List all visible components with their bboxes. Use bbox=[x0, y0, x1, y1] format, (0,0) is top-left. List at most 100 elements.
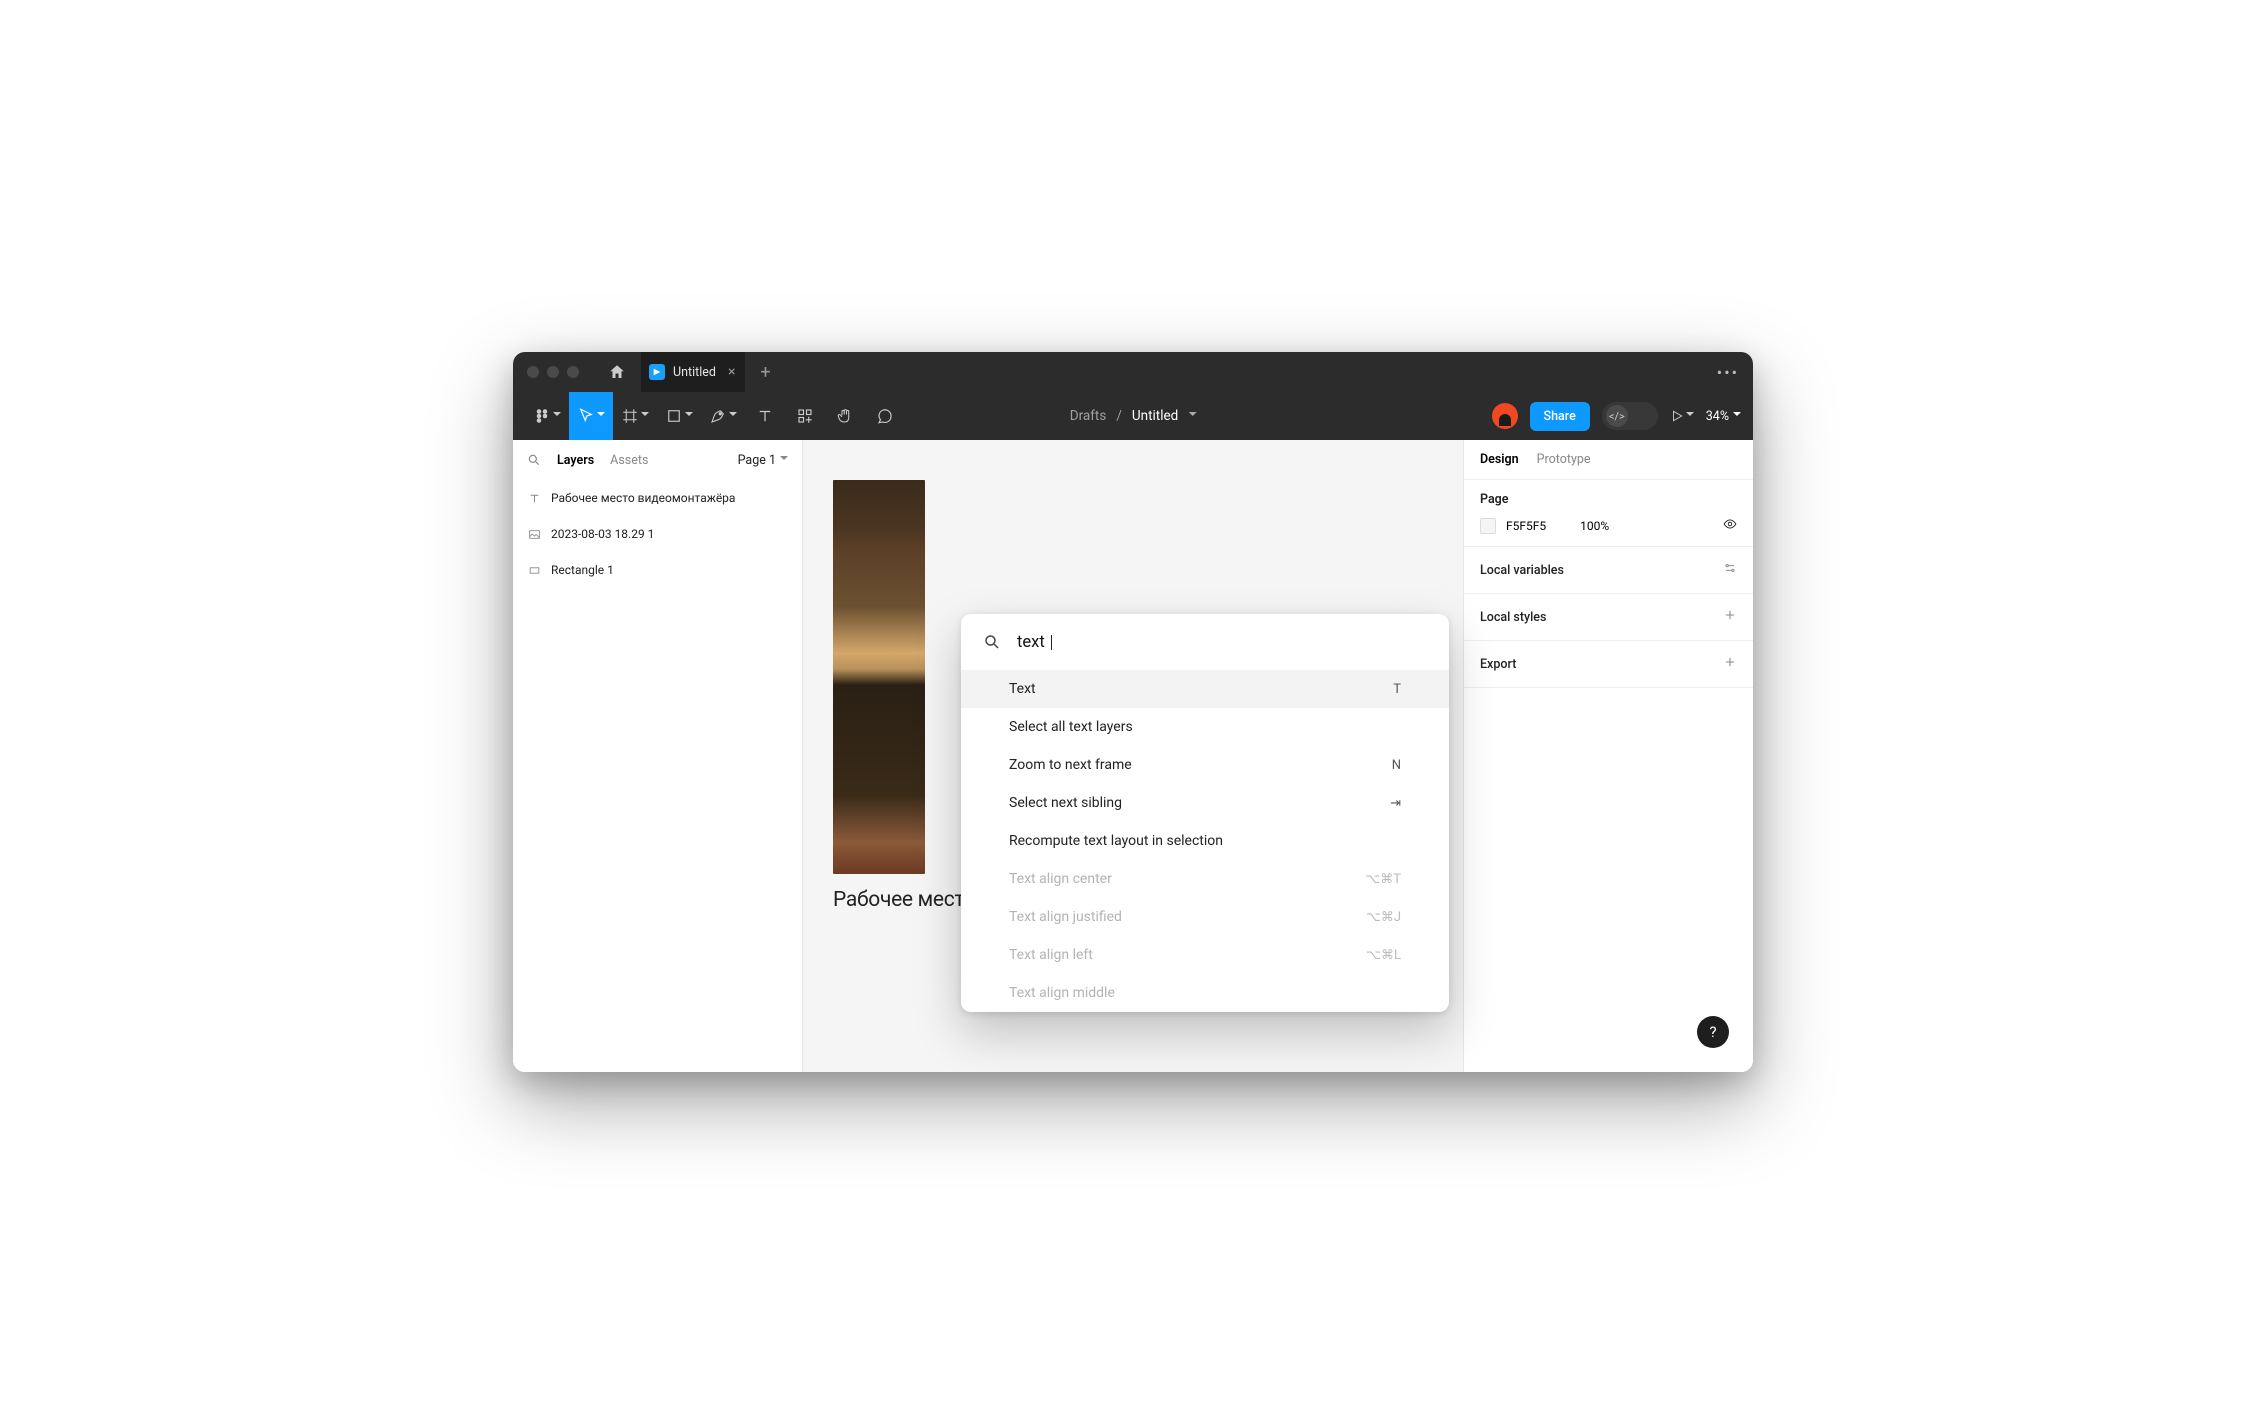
export-label: Export bbox=[1480, 657, 1516, 672]
close-window-icon[interactable] bbox=[527, 366, 539, 378]
canvas-image-layer[interactable] bbox=[833, 480, 925, 874]
figma-file-icon bbox=[649, 364, 665, 380]
new-tab-button[interactable]: + bbox=[745, 352, 785, 392]
more-menu-icon[interactable]: ••• bbox=[1717, 363, 1739, 382]
help-button[interactable]: ? bbox=[1697, 1016, 1729, 1048]
present-button[interactable] bbox=[1670, 409, 1694, 423]
breadcrumb-parent[interactable]: Drafts bbox=[1070, 408, 1107, 424]
tab-layers[interactable]: Layers bbox=[557, 453, 594, 468]
palette-item-label: Select all text layers bbox=[1009, 719, 1133, 735]
comment-tool[interactable] bbox=[865, 392, 905, 440]
palette-item[interactable]: Text T bbox=[961, 670, 1449, 708]
text-cursor bbox=[1051, 635, 1052, 650]
search-icon bbox=[983, 633, 1001, 651]
palette-item-label: Select next sibling bbox=[1009, 795, 1122, 811]
right-panel: Design Prototype Page F5F5F5 100% Local … bbox=[1463, 440, 1753, 1072]
plus-icon[interactable] bbox=[1723, 608, 1737, 626]
shape-tool[interactable] bbox=[657, 392, 701, 440]
text-icon bbox=[756, 407, 774, 425]
palette-item-shortcut: ⌥⌘J bbox=[1366, 910, 1401, 925]
minimize-window-icon[interactable] bbox=[547, 366, 559, 378]
hand-tool[interactable] bbox=[825, 392, 865, 440]
comment-icon bbox=[876, 407, 894, 425]
rect-layer-icon bbox=[527, 563, 541, 577]
close-tab-icon[interactable]: × bbox=[728, 364, 735, 380]
page-fill-swatch[interactable] bbox=[1480, 518, 1496, 534]
window-controls[interactable] bbox=[513, 366, 593, 378]
layer-name: 2023-08-03 18.29 1 bbox=[551, 527, 654, 541]
tab-assets[interactable]: Assets bbox=[610, 453, 648, 468]
maximize-window-icon[interactable] bbox=[567, 366, 579, 378]
move-tool[interactable] bbox=[569, 392, 613, 440]
play-icon bbox=[1670, 409, 1684, 423]
breadcrumb-sep: / bbox=[1116, 408, 1122, 424]
palette-item[interactable]: Select next sibling⇥ bbox=[961, 784, 1449, 822]
palette-item: Text align justified⌥⌘J bbox=[961, 898, 1449, 936]
page-fill-opacity[interactable]: 100% bbox=[1580, 519, 1609, 533]
local-variables-row[interactable]: Local variables bbox=[1464, 547, 1753, 594]
share-button[interactable]: Share bbox=[1530, 402, 1590, 431]
palette-search-input[interactable] bbox=[1017, 633, 1427, 652]
layer-item[interactable]: Rectangle 1 bbox=[513, 552, 802, 588]
pen-icon bbox=[709, 407, 727, 425]
palette-item-shortcut: N bbox=[1392, 758, 1401, 773]
layer-item[interactable]: Рабочее место видеомонтажёра bbox=[513, 480, 802, 516]
figma-logo-icon bbox=[533, 407, 551, 425]
page-selector[interactable]: Page 1 bbox=[738, 453, 788, 468]
chevron-down-icon[interactable] bbox=[1188, 412, 1196, 420]
resources-tool[interactable] bbox=[785, 392, 825, 440]
palette-item[interactable]: Select all text layers bbox=[961, 708, 1449, 746]
breadcrumb-title[interactable]: Untitled bbox=[1132, 408, 1178, 424]
breadcrumb: Drafts / Untitled bbox=[1070, 408, 1197, 424]
main-menu-button[interactable] bbox=[525, 392, 569, 440]
settings-icon[interactable] bbox=[1723, 561, 1737, 579]
palette-item-label: Text align center bbox=[1009, 871, 1112, 887]
local-styles-row[interactable]: Local styles bbox=[1464, 594, 1753, 641]
palette-item-label: Recompute text layout in selection bbox=[1009, 833, 1223, 849]
page-section: Page F5F5F5 100% bbox=[1464, 480, 1753, 547]
palette-item-shortcut: ⌥⌘L bbox=[1366, 948, 1401, 963]
file-tab[interactable]: Untitled × bbox=[641, 352, 745, 392]
palette-item[interactable]: Zoom to next frame N bbox=[961, 746, 1449, 784]
hand-icon bbox=[836, 407, 854, 425]
palette-item-label: Text bbox=[1009, 681, 1036, 697]
palette-item-label: Zoom to next frame bbox=[1009, 757, 1132, 773]
visibility-toggle-icon[interactable] bbox=[1723, 517, 1737, 534]
palette-item: Text align center⌥⌘T bbox=[961, 860, 1449, 898]
text-tool[interactable] bbox=[745, 392, 785, 440]
layer-item[interactable]: 2023-08-03 18.29 1 bbox=[513, 516, 802, 552]
page-fill-hex[interactable]: F5F5F5 bbox=[1506, 519, 1546, 533]
search-icon[interactable] bbox=[527, 453, 541, 467]
zoom-level: 34% bbox=[1706, 409, 1729, 424]
chevron-down-icon bbox=[597, 412, 605, 420]
left-panel: Layers Assets Page 1 Рабочее место видео… bbox=[513, 440, 803, 1072]
zoom-menu[interactable]: 34% bbox=[1706, 409, 1741, 424]
resources-icon bbox=[796, 407, 814, 425]
palette-item-shortcut: T bbox=[1393, 682, 1401, 697]
workspace: Layers Assets Page 1 Рабочее место видео… bbox=[513, 440, 1753, 1072]
tab-design[interactable]: Design bbox=[1480, 452, 1519, 467]
frame-tool[interactable] bbox=[613, 392, 657, 440]
file-tab-name: Untitled bbox=[673, 365, 716, 380]
frame-icon bbox=[621, 407, 639, 425]
dev-mode-toggle[interactable]: </> bbox=[1602, 402, 1658, 430]
chevron-down-icon bbox=[780, 456, 788, 464]
rectangle-icon bbox=[665, 407, 683, 425]
titlebar: Untitled × + ••• bbox=[513, 352, 1753, 392]
chevron-down-icon bbox=[729, 412, 737, 420]
chevron-down-icon bbox=[1686, 412, 1694, 420]
export-row[interactable]: Export bbox=[1464, 641, 1753, 688]
user-avatar[interactable] bbox=[1492, 403, 1518, 429]
chevron-down-icon bbox=[1733, 412, 1741, 420]
palette-item[interactable]: Recompute text layout in selection bbox=[961, 822, 1449, 860]
command-palette: Text T Select all text layers Zoom to next … bbox=[961, 614, 1449, 1012]
tab-prototype[interactable]: Prototype bbox=[1537, 452, 1591, 467]
home-tab[interactable] bbox=[593, 352, 641, 392]
dev-mode-icon: </> bbox=[1606, 405, 1628, 427]
palette-item-label: Text align middle bbox=[1009, 985, 1115, 1001]
plus-icon[interactable] bbox=[1723, 655, 1737, 673]
left-panel-header: Layers Assets Page 1 bbox=[513, 440, 802, 480]
app-window: Untitled × + ••• bbox=[513, 352, 1753, 1072]
palette-item-label: Text align left bbox=[1009, 947, 1093, 963]
pen-tool[interactable] bbox=[701, 392, 745, 440]
